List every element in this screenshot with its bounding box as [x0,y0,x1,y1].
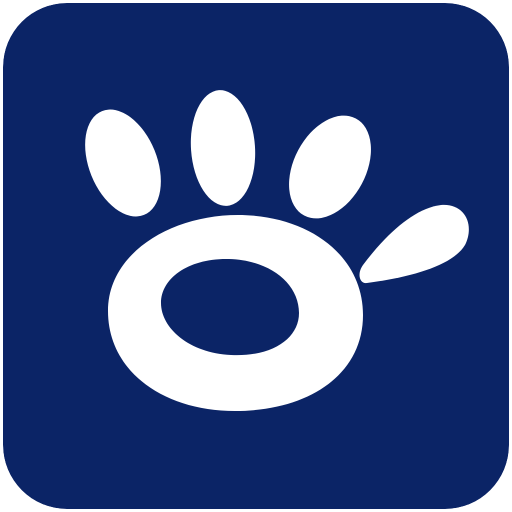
paw-hand-icon[interactable] [3,3,509,509]
paw-hand-icon-graphic [3,3,509,509]
app-icon-canvas [0,0,512,512]
